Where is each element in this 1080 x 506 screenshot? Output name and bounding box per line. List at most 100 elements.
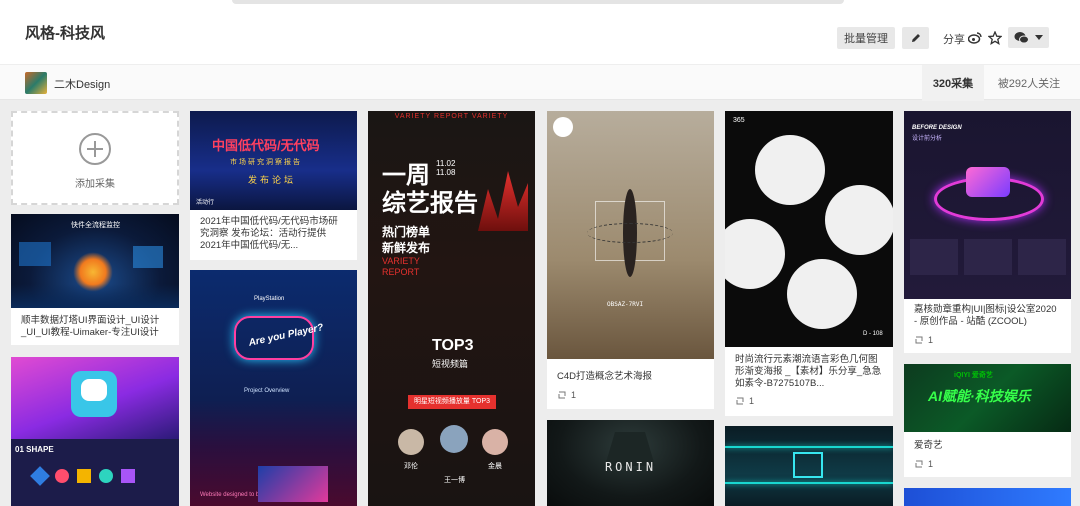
pin-card[interactable]: 快件全流程监控 顺丰数据灯塔UI界面设计_UI设计_UI_UI教程-Uimake… — [11, 214, 179, 345]
poster-text: 新鲜发布 — [382, 241, 431, 255]
pin-image[interactable]: VARIETY REPORT VARIETY 一周 11.02 11.08 综艺… — [368, 111, 535, 506]
avatar — [398, 429, 424, 455]
add-pin-label: 添加采集 — [75, 179, 115, 190]
poster-shape — [964, 239, 1012, 275]
board-owner-bar: 二木Design 320采集 被292人关注 — [0, 64, 1080, 101]
pin-image[interactable] — [725, 426, 893, 506]
repin-count-text: 1 — [928, 335, 934, 345]
repin-icon — [915, 336, 923, 344]
weibo-icon[interactable] — [968, 31, 982, 44]
poster-shape — [77, 469, 91, 483]
batch-manage-button[interactable]: 批量管理 — [837, 27, 895, 49]
poster-shape — [1018, 239, 1066, 275]
star-icon[interactable] — [988, 30, 1002, 45]
pin-caption[interactable]: C4D打造概念艺术海报 — [557, 371, 704, 383]
poster-shape — [133, 246, 163, 268]
pins-count-tab[interactable]: 320采集 — [922, 65, 984, 101]
add-pin-card[interactable]: 添加采集 — [11, 111, 179, 205]
poster-subtitle: 市场研究洞察报告 — [230, 159, 302, 166]
repin-icon — [915, 460, 923, 468]
pin-card[interactable]: iQIYI 爱奇艺 AI赋能·科技娱乐 爱奇艺 1 — [904, 364, 1071, 477]
pin-caption[interactable]: 顺丰数据灯塔UI界面设计_UI设计_UI_UI教程-Uimaker-专注UI设计 — [21, 315, 169, 339]
wechat-share-dropdown[interactable] — [1008, 27, 1049, 48]
poster-text: 王一博 — [444, 477, 465, 484]
pin-card[interactable]: RONIN — [547, 420, 714, 506]
poster-shape — [30, 466, 50, 486]
repin-count: 1 — [557, 390, 576, 400]
pin-card[interactable]: BEFORE DESIGN 设计前分析 嘉核勋章重构|UI|图标|设公室2020… — [904, 111, 1071, 353]
pin-card[interactable]: VARIETY REPORT VARIETY 一周 11.02 11.08 综艺… — [368, 111, 535, 506]
repin-count: 1 — [735, 396, 754, 406]
pin-caption[interactable]: 时尚流行元素潮流语言彩色几何图形渐变海报 _【素材】乐分享_急急如素令-B727… — [735, 354, 883, 390]
poster-text: 快件全流程监控 — [71, 222, 120, 229]
poster-text: 活动行 — [196, 200, 215, 206]
pin-image[interactable]: 01 SHAPE — [11, 357, 179, 506]
poster-shape — [19, 242, 51, 266]
repin-count: 1 — [914, 459, 933, 469]
pin-card[interactable] — [725, 426, 893, 506]
pin-image[interactable] — [904, 488, 1071, 506]
poster-shape — [910, 239, 958, 275]
poster-text: 短视频篇 — [432, 359, 469, 369]
poster-text: 发布论坛 — [248, 175, 297, 185]
poster-text: VARIETY REPORT VARIETY — [394, 113, 509, 120]
repin-count-text: 1 — [571, 390, 577, 400]
pin-caption[interactable]: 2021年中国低代码/无代码市场研究洞察 发布论坛：活动行提供2021年中国低代… — [200, 216, 347, 252]
poster-shape — [258, 466, 328, 502]
pin-image[interactable]: PlayStation Are you Player? Project Over… — [190, 270, 357, 506]
board-header: 风格-科技风 批量管理 分享 — [0, 0, 1080, 64]
poster-shape — [55, 469, 69, 483]
owner-name[interactable]: 二木Design — [54, 76, 110, 92]
pin-card[interactable]: PlayStation Are you Player? Project Over… — [190, 270, 357, 506]
followers-count-tab[interactable]: 被292人关注 — [990, 65, 1068, 101]
repin-count-text: 1 — [928, 459, 934, 469]
poster-title: 综艺报告 — [382, 190, 478, 217]
repin-count: 1 — [914, 335, 933, 345]
poster-shape — [825, 185, 893, 255]
pencil-icon — [911, 34, 920, 42]
poster-text: Project Overview — [244, 388, 290, 394]
pin-card[interactable]: 365 D - 108 时尚流行元素潮流语言彩色几何图形渐变海报 _【素材】乐分… — [725, 111, 893, 416]
share-label: 分享 — [943, 34, 965, 46]
repin-icon — [558, 391, 566, 399]
pin-image[interactable]: BEFORE DESIGN 设计前分析 — [904, 111, 1071, 299]
repin-icon — [736, 397, 744, 405]
poster-text: 01 SHAPE — [15, 445, 54, 454]
pin-caption[interactable]: 爱奇艺 — [914, 440, 1061, 452]
poster-shape — [787, 259, 857, 329]
poster-title: RONIN — [604, 460, 657, 474]
pin-image[interactable]: iQIYI 爱奇艺 AI赋能·科技娱乐 — [904, 364, 1071, 432]
poster-text: D - 108 — [863, 331, 883, 337]
poster-logo — [81, 379, 107, 401]
share-icons — [968, 27, 1049, 48]
edit-button[interactable] — [902, 27, 929, 49]
poster-logo: iQIYI 爱奇艺 — [954, 372, 993, 379]
poster-logo — [553, 117, 573, 137]
poster-shape — [11, 284, 179, 308]
chevron-down-icon — [1035, 35, 1043, 40]
poster-text: VARIETY — [382, 256, 420, 266]
pin-card[interactable]: OBSAZ-7RVI C4D打造概念艺术海报 1 — [547, 111, 714, 409]
poster-title: 中国低代码/无代码 — [212, 138, 320, 153]
pin-card[interactable]: 01 SHAPE — [11, 357, 179, 506]
pin-image[interactable]: 365 D - 108 — [725, 111, 893, 347]
pin-image[interactable]: 快件全流程监控 — [11, 214, 179, 308]
poster-shape — [587, 223, 673, 243]
pin-image[interactable]: 中国低代码/无代码 市场研究洞察报告 发布论坛 活动行 — [190, 111, 357, 210]
poster-text: BEFORE DESIGN — [912, 125, 962, 131]
repin-count-text: 1 — [749, 396, 755, 406]
pin-caption[interactable]: 嘉核勋章重构|UI|图标|设公室2020 - 原创作品 - 站酷 (ZCOOL) — [914, 304, 1061, 328]
poster-title: AI赋能·科技娱乐 — [928, 388, 1031, 404]
avatar[interactable] — [25, 72, 47, 94]
avatar — [440, 425, 468, 453]
pin-image[interactable]: RONIN — [547, 420, 714, 506]
poster-shape — [725, 446, 893, 448]
pin-card[interactable] — [904, 488, 1071, 506]
pin-image[interactable]: OBSAZ-7RVI — [547, 111, 714, 359]
add-icon — [79, 133, 111, 165]
poster-shape — [121, 469, 135, 483]
poster-shape — [725, 482, 893, 484]
pin-card[interactable]: 中国低代码/无代码 市场研究洞察报告 发布论坛 活动行 2021年中国低代码/无… — [190, 111, 357, 260]
poster-text: REPORT — [382, 267, 420, 277]
poster-text: 设计前分析 — [912, 136, 943, 142]
